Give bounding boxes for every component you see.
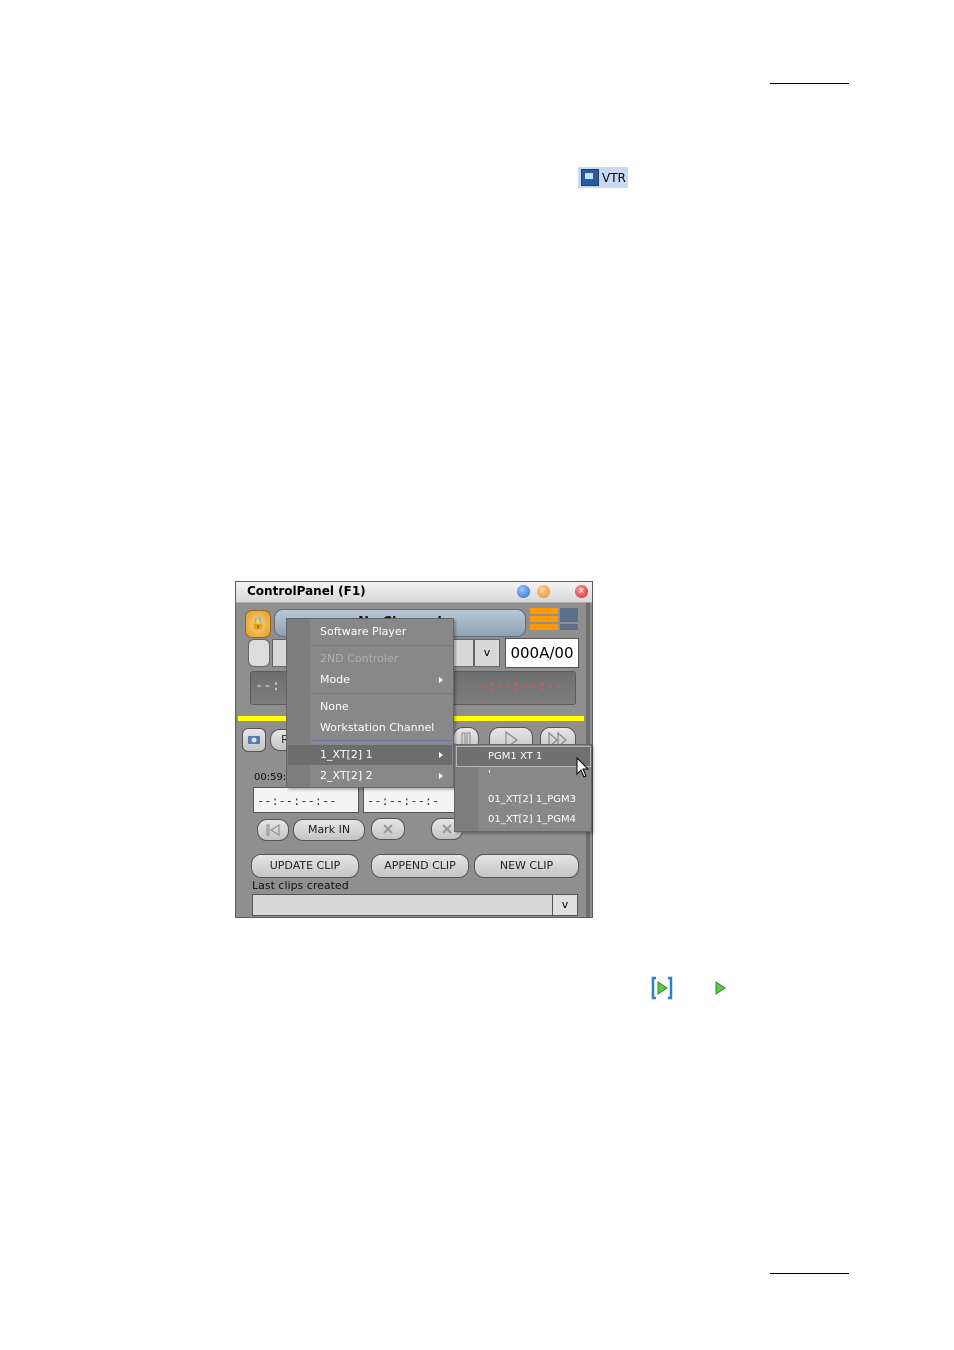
last-clips-dropdown-button[interactable]: v <box>552 894 578 916</box>
menu-separator <box>311 740 453 741</box>
tc-in-field[interactable]: --:--:--:-- <box>253 787 359 813</box>
submenu-item-pgm3[interactable]: 01_XT[2] 1_PGM3 <box>488 794 576 805</box>
secondary-toggle-button[interactable] <box>248 639 270 667</box>
menu-item-mode[interactable]: Mode <box>320 673 350 686</box>
vtr-label: VTR <box>602 170 626 185</box>
window-title: ControlPanel (F1) <box>247 584 366 598</box>
menu-item-software-player[interactable]: Software Player <box>320 625 406 638</box>
submenu-arrow-icon <box>439 773 443 779</box>
play-clip-icon <box>651 976 673 1000</box>
mark-in-button[interactable]: Mark IN <box>293 819 365 841</box>
submenu-item-pgm1[interactable]: PGM1 XT 1 <box>488 751 542 762</box>
mouse-cursor-icon <box>576 757 590 778</box>
clip-dropdown-button[interactable]: v <box>474 639 500 667</box>
update-clip-button[interactable]: UPDATE CLIP <box>251 854 359 878</box>
camera-icon <box>248 736 260 744</box>
menu-separator <box>311 693 453 694</box>
submenu-item-pgm2[interactable]: ' <box>488 769 491 780</box>
lock-button[interactable]: 🔒 <box>245 610 271 638</box>
help-icon[interactable] <box>537 585 550 598</box>
level-indicator <box>530 608 580 632</box>
clear-icon <box>442 824 452 834</box>
submenu-arrow-icon <box>439 752 443 758</box>
clip-id-display: 000A/00 <box>505 638 579 668</box>
vtr-icon: VTR <box>578 167 628 188</box>
clear-icon <box>383 824 393 834</box>
channel-context-menu: Software Player 2ND Controler Mode None … <box>286 618 454 788</box>
menu-item-2-xt2-2[interactable]: 2_XT[2] 2 <box>320 769 373 782</box>
submenu-item-pgm4[interactable]: 01_XT[2] 1_PGM4 <box>488 814 576 825</box>
title-bar[interactable]: ControlPanel (F1) x <box>236 582 592 603</box>
snapshot-button[interactable] <box>242 728 266 752</box>
xt-submenu: PGM1 XT 1 ' 01_XT[2] 1_PGM3 01_XT[2] 1_P… <box>454 744 592 832</box>
minimize-icon[interactable] <box>517 585 530 598</box>
menu-item-2nd-controler: 2ND Controler <box>320 652 399 665</box>
menu-separator <box>311 645 453 646</box>
last-clips-select[interactable] <box>252 894 554 916</box>
picture-icon <box>581 169 599 186</box>
tc-out-field[interactable]: --:--:--:- <box>363 787 463 813</box>
clear-in-button[interactable] <box>371 818 405 840</box>
menu-item-1-xt2-1[interactable]: 1_XT[2] 1 <box>320 748 373 761</box>
go-to-in-button[interactable] <box>257 819 289 841</box>
submenu-arrow-icon <box>439 677 443 683</box>
skip-back-icon <box>266 824 280 836</box>
header-rule <box>770 83 849 84</box>
timecode-right: -:--:--:-- <box>478 678 563 694</box>
append-clip-button[interactable]: APPEND CLIP <box>371 854 469 878</box>
timecode-left: --: <box>255 678 281 694</box>
last-clips-label: Last clips created <box>252 879 349 892</box>
footer-rule <box>770 1273 849 1274</box>
menu-item-none[interactable]: None <box>320 700 349 713</box>
new-clip-button[interactable]: NEW CLIP <box>474 854 579 878</box>
close-icon[interactable]: x <box>575 585 588 598</box>
menu-item-workstation-channel[interactable]: Workstation Channel <box>320 721 434 734</box>
play-icon <box>715 981 726 995</box>
